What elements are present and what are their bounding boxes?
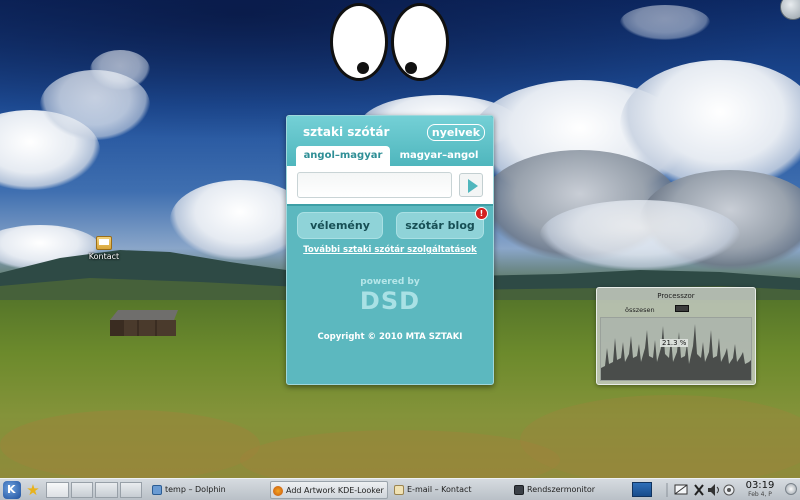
processor-value-label: 21.3 % bbox=[660, 339, 689, 347]
task-firefox[interactable]: Add Artwork KDE-Looker bbox=[270, 481, 388, 499]
field-patch bbox=[0, 410, 260, 478]
search-submit-button[interactable] bbox=[459, 173, 483, 197]
kde-menu-icon[interactable] bbox=[3, 481, 21, 499]
processor-legend-swatch bbox=[675, 305, 689, 312]
eye-pupil bbox=[357, 62, 369, 74]
sztaki-dictionary-widget: sztaki szótár nyelvek angol–magyar magya… bbox=[286, 115, 494, 385]
tray-separator-icon bbox=[660, 481, 674, 499]
desktop-icon-kontact[interactable]: Kontact bbox=[84, 236, 124, 261]
pager-desktop-3[interactable] bbox=[95, 482, 118, 498]
task-kontact[interactable]: E-mail – Kontact bbox=[392, 481, 508, 499]
kontact-icon bbox=[96, 236, 112, 250]
clock-time: 03:19 bbox=[745, 480, 775, 491]
languages-button[interactable]: nyelvek bbox=[427, 124, 485, 141]
pager-desktop-1[interactable] bbox=[46, 482, 69, 498]
task-system-monitor[interactable]: Rendszermonitor bbox=[512, 481, 628, 499]
copyright-text: Copyright © 2010 MTA SZTAKI bbox=[317, 332, 463, 342]
tab-english-hungarian[interactable]: angol–magyar bbox=[296, 146, 390, 166]
task-label: Rendszermonitor bbox=[527, 485, 596, 494]
notification-badge: ! bbox=[475, 207, 488, 220]
taskbar: ★ temp – Dolphin Add Artwork KDE-Looker … bbox=[0, 478, 800, 500]
device-notifier-icon[interactable] bbox=[692, 481, 706, 499]
processor-legend-label: összesen bbox=[625, 306, 655, 314]
pager-desktop-2[interactable] bbox=[70, 482, 93, 498]
pager-desktop-4[interactable] bbox=[119, 482, 142, 498]
kontact-icon bbox=[394, 485, 404, 495]
task-label: Add Artwork KDE-Looker bbox=[286, 486, 384, 495]
monitor-icon bbox=[514, 485, 524, 495]
firefox-icon bbox=[273, 486, 283, 496]
processor-title: Processzor bbox=[657, 292, 695, 300]
task-label: temp – Dolphin bbox=[165, 485, 226, 494]
dictionary-blog-button[interactable]: szótár blog bbox=[396, 212, 484, 239]
favorites-star-icon[interactable]: ★ bbox=[24, 481, 42, 499]
notifications-icon[interactable] bbox=[722, 481, 736, 499]
network-icon[interactable] bbox=[674, 481, 690, 499]
search-input[interactable] bbox=[297, 172, 452, 198]
task-label: E-mail – Kontact bbox=[407, 485, 472, 494]
desktop-icon-label: Kontact bbox=[88, 252, 120, 261]
cpu-usage-plot bbox=[601, 324, 751, 380]
clock-date: Feb 4, P bbox=[748, 491, 772, 498]
cloud bbox=[90, 50, 150, 90]
widget-title: sztaki szótár bbox=[303, 125, 390, 139]
barn bbox=[110, 310, 178, 336]
processor-graph bbox=[600, 317, 752, 381]
googly-eye-left bbox=[330, 3, 388, 81]
widget-header: sztaki szótár nyelvek angol–magyar magya… bbox=[287, 116, 493, 166]
tab-hungarian-english[interactable]: magyar–angol bbox=[393, 146, 485, 166]
desktop-pager bbox=[46, 482, 142, 498]
clock[interactable]: 03:19 Feb 4, P bbox=[740, 480, 780, 499]
powered-by-label: powered by bbox=[360, 277, 420, 287]
cloud bbox=[620, 5, 710, 40]
search-bar bbox=[287, 166, 493, 206]
googly-eye-right bbox=[391, 3, 449, 81]
dolphin-icon bbox=[152, 485, 162, 495]
panel-toolbox-icon[interactable] bbox=[785, 483, 797, 495]
task-dolphin[interactable]: temp – Dolphin bbox=[150, 481, 264, 499]
processor-monitor-widget: Processzor összesen 21.3 % bbox=[596, 287, 756, 385]
opinion-button[interactable]: vélemény bbox=[297, 212, 383, 239]
dsd-logo: DSD bbox=[359, 287, 421, 315]
more-services-link[interactable]: További sztaki szótár szolgáltatások bbox=[287, 245, 493, 255]
volume-icon[interactable] bbox=[707, 481, 721, 499]
tray-app-icon[interactable] bbox=[632, 482, 652, 497]
eye-pupil bbox=[405, 62, 417, 74]
